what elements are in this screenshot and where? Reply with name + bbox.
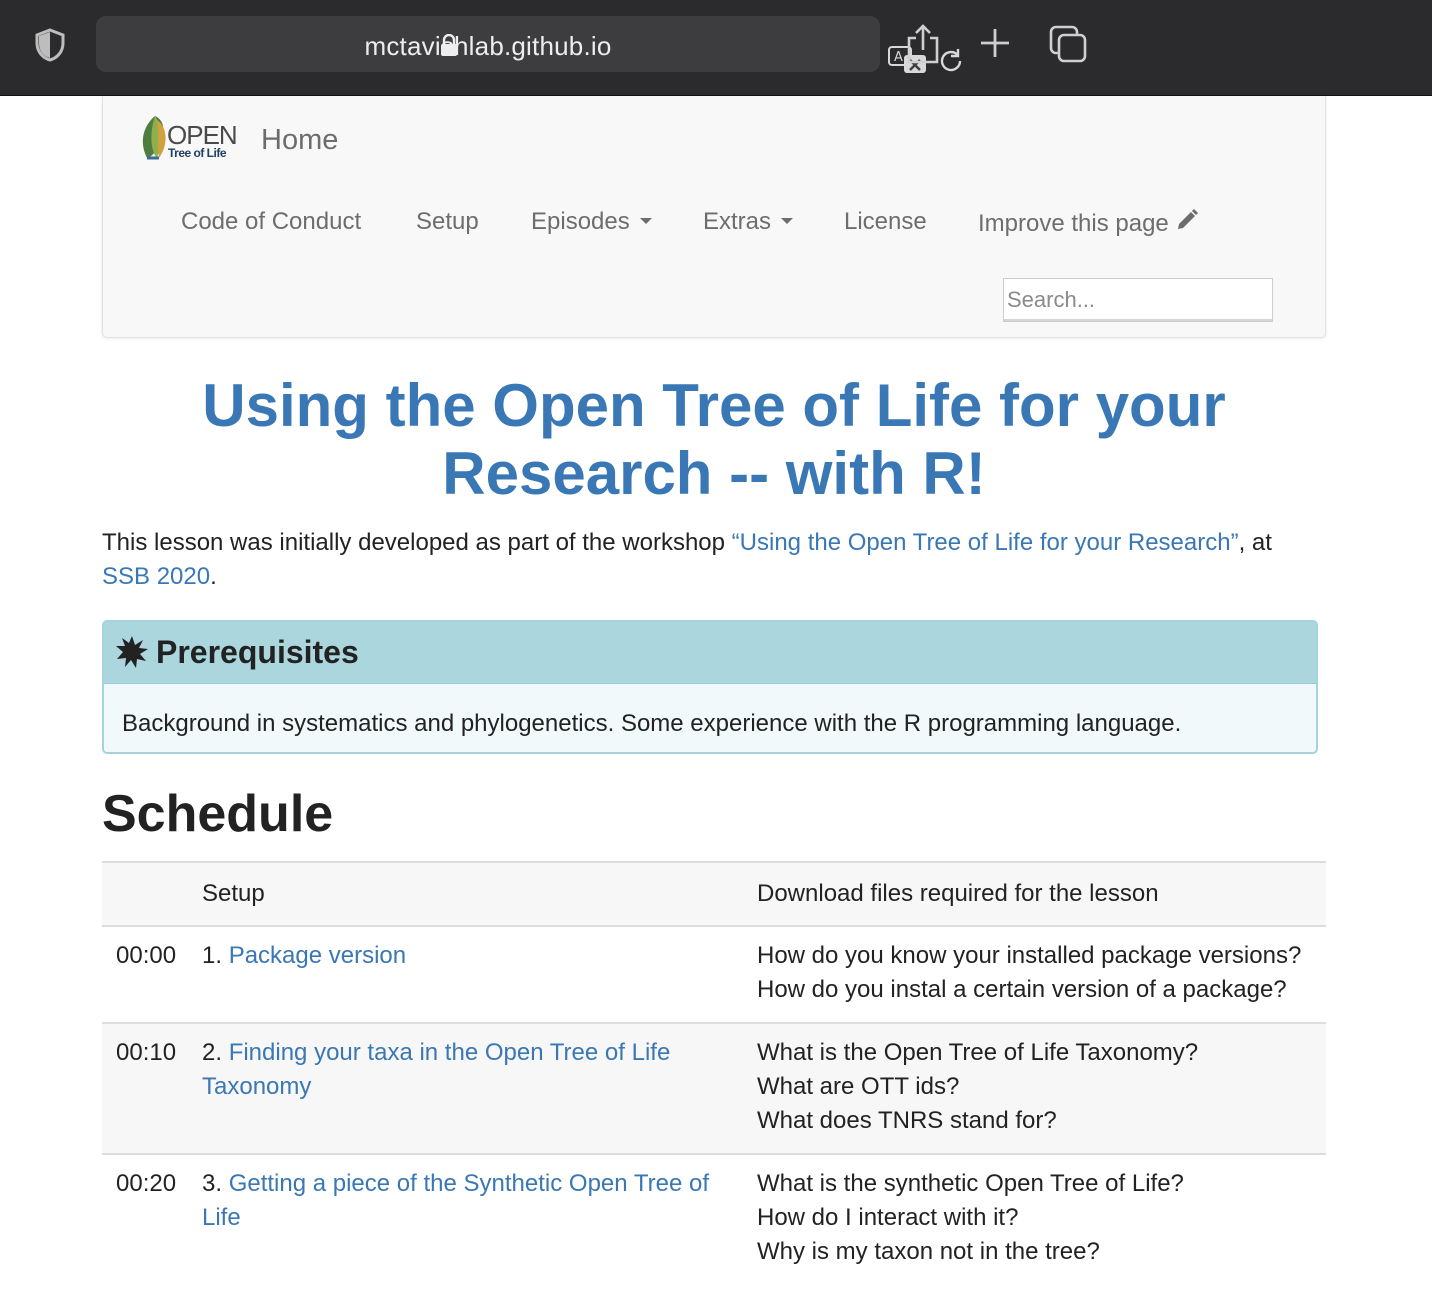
question: What is the Open Tree of Life Taxonomy?: [757, 1039, 1199, 1066]
prerequisites-callout: Prerequisites Background in systematics …: [102, 620, 1318, 754]
caret-down-icon: [781, 217, 794, 224]
ssb-2020-link[interactable]: SSB 2020: [102, 563, 210, 590]
page-title: Using the Open Tree of Life for your Res…: [202, 372, 1226, 507]
table-row: 00:20 3. Getting a piece of the Syntheti…: [102, 1155, 1326, 1295]
episode-number: 1.: [202, 942, 223, 969]
question: What does TNRS stand for?: [757, 1107, 1057, 1134]
share-icon[interactable]: [905, 24, 941, 64]
nav-episodes-label: Episodes: [531, 208, 630, 235]
episode-time: 00:20: [116, 1170, 177, 1197]
site-navbar: OPEN Tree of Life Home Code of Conduct S…: [102, 96, 1326, 338]
setup-description: Download files required for the lesson: [757, 880, 1159, 907]
nav-setup[interactable]: Setup: [416, 208, 479, 236]
episode-time: 00:00: [116, 942, 177, 969]
episode-link[interactable]: Getting a piece of the Synthetic Open Tr…: [202, 1170, 709, 1231]
intro-text-mid: , at: [1238, 529, 1272, 556]
episode-number: 2.: [202, 1039, 223, 1066]
episode-number: 3.: [202, 1170, 223, 1197]
nav-episodes-dropdown[interactable]: Episodes: [531, 208, 652, 236]
svg-text:A: A: [894, 50, 903, 65]
nav-license-label: License: [844, 208, 927, 235]
episode-questions: What is the synthetic Open Tree of Life?…: [757, 1167, 1327, 1269]
new-tab-icon[interactable]: [978, 26, 1012, 60]
table-row: Setup Download files required for the le…: [102, 863, 1326, 927]
schedule-table: Setup Download files required for the le…: [102, 861, 1326, 1295]
nav-license[interactable]: License: [844, 208, 927, 236]
callout-header: Prerequisites: [104, 622, 1316, 684]
setup-link[interactable]: Setup: [202, 877, 732, 911]
nav-code-of-conduct-label: Code of Conduct: [181, 208, 362, 235]
table-row: 00:00 1. Package version How do you know…: [102, 927, 1326, 1024]
starburst-icon: [116, 636, 148, 668]
episode-cell: 3. Getting a piece of the Synthetic Open…: [202, 1167, 732, 1235]
callout-body: Background in systematics and phylogenet…: [122, 710, 1182, 737]
nav-setup-label: Setup: [416, 208, 479, 235]
intro-text: This lesson was initially developed as p…: [102, 529, 732, 556]
tabs-overview-icon[interactable]: [1049, 25, 1087, 63]
question: How do I interact with it?: [757, 1204, 1019, 1231]
episode-link[interactable]: Finding your taxa in the Open Tree of Li…: [202, 1039, 670, 1100]
episode-time: 00:10: [116, 1039, 177, 1066]
episode-cell: 2. Finding your taxa in the Open Tree of…: [202, 1036, 732, 1104]
intro-paragraph: This lesson was initially developed as p…: [102, 526, 1326, 594]
episode-cell: 1. Package version: [202, 939, 732, 973]
callout-title: Prerequisites: [156, 634, 359, 670]
question: Why is my taxon not in the tree?: [757, 1238, 1100, 1265]
question: How do you know your installed package v…: [757, 942, 1302, 969]
search-input[interactable]: [1003, 278, 1273, 322]
episode-questions: What is the Open Tree of Life Taxonomy? …: [757, 1036, 1327, 1138]
caret-down-icon: [639, 217, 652, 224]
question: What is the synthetic Open Tree of Life?: [757, 1170, 1184, 1197]
home-link[interactable]: Home: [261, 124, 338, 157]
question: What are OTT ids?: [757, 1073, 960, 1100]
address-bar[interactable]: mctavishlab.github.io A: [96, 16, 962, 73]
nav-extras-dropdown[interactable]: Extras: [703, 208, 794, 236]
pencil-icon: [1177, 209, 1198, 229]
browser-toolbar: mctavishlab.github.io A: [0, 0, 1432, 96]
episode-questions: How do you know your installed package v…: [757, 939, 1327, 1007]
schedule-heading: Schedule: [102, 785, 334, 843]
nav-extras-label: Extras: [703, 208, 772, 235]
intro-text-end: .: [210, 563, 217, 590]
url-text: mctavishlab.github.io: [364, 31, 612, 61]
nav-improve-page[interactable]: Improve this page: [978, 208, 1199, 238]
workshop-link[interactable]: “Using the Open Tree of Life for your Re…: [732, 529, 1239, 556]
table-row: 00:10 2. Finding your taxa in the Open T…: [102, 1024, 1326, 1155]
nav-code-of-conduct[interactable]: Code of Conduct: [181, 208, 361, 236]
question: How do you instal a certain version of a…: [757, 976, 1287, 1003]
svg-text:Tree of Life: Tree of Life: [168, 146, 227, 160]
open-tree-of-life-logo[interactable]: OPEN Tree of Life: [137, 112, 239, 166]
nav-improve-label: Improve this page: [978, 210, 1169, 237]
episode-link[interactable]: Package version: [229, 942, 406, 969]
shield-icon[interactable]: [34, 28, 66, 62]
